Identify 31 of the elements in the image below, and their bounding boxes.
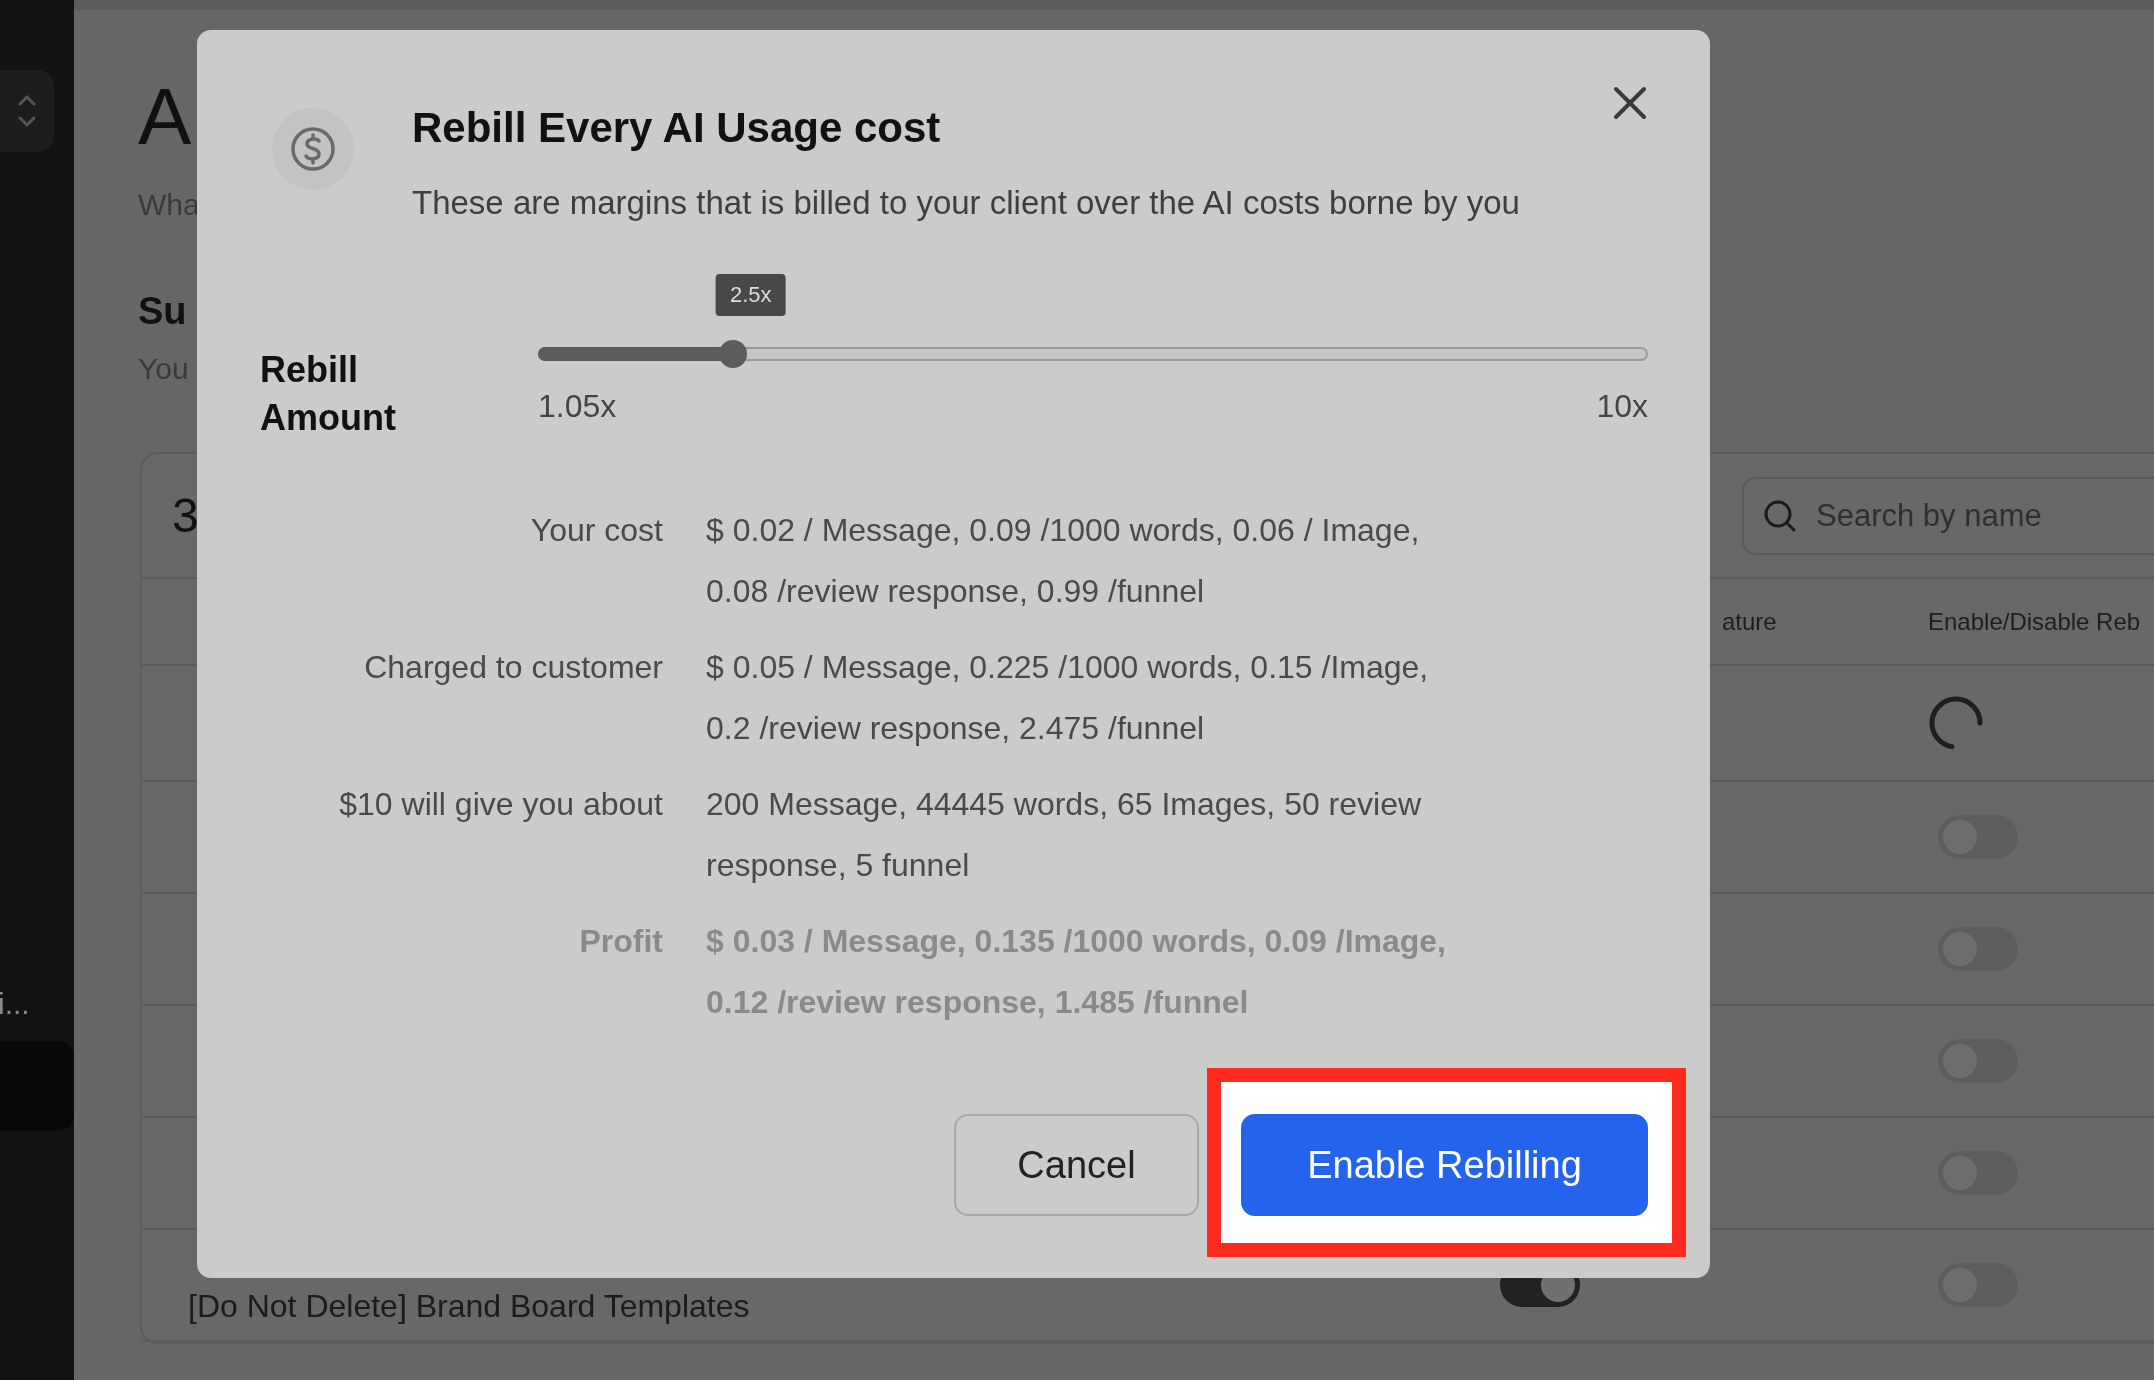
detail-label: Charged to customer (363, 648, 663, 687)
item-count: 3 (172, 488, 199, 543)
detail-label: Profit (578, 922, 663, 961)
detail-value: $ 0.02 / Message, 0.09 /1000 words, 0.06 / Image, 0.08 /review response, 0.99 /funnel (706, 511, 1421, 611)
sidebar-item[interactable]: i... (0, 987, 74, 1021)
column-header: Enable/Disable Reb (1928, 607, 2141, 636)
detail-value: $ 0.03 / Message, 0.135 /1000 words, 0.09 /Image, 0.12 /review response, 1.485 /funnel (706, 922, 1447, 1022)
dialog-description: These are margins that is billed to your client over the AI costs borne by you (412, 184, 1520, 222)
table-cell: [Do Not Delete] Brand Board Templates (188, 1288, 750, 1324)
slider-thumb[interactable] (719, 340, 748, 368)
detail-label: Your cost (529, 511, 663, 550)
section-title: Su (138, 290, 187, 333)
enable-button[interactable]: Enable Rebilling (1241, 1114, 1648, 1216)
column-header: ature (1722, 607, 1777, 635)
page-title: A (138, 72, 192, 162)
slider-label: Rebill Amount (260, 348, 397, 440)
detail-value: $ 0.05 / Message, 0.225 /1000 words, 0.15 /Image, 0.2 /review response, 2.475 /funnel (706, 648, 1430, 748)
max-label: 10x (1596, 388, 1648, 425)
min-label: 1.05x (538, 388, 617, 425)
loading-spinner-icon (1928, 695, 1984, 751)
detail-value: 200 Message, 44445 words, 65 Images, 50 review response, 5 funnel (706, 785, 1423, 885)
close-icon[interactable] (1613, 86, 1647, 120)
slider-track[interactable] (538, 340, 1648, 368)
cancel-button[interactable]: Cancel (954, 1114, 1199, 1216)
dialog-title: Rebill Every AI Usage cost (412, 104, 942, 152)
detail-label: $10 will give you about (338, 785, 663, 824)
chevron-up-down-icon (17, 93, 37, 129)
value-tooltip: 2.5x (715, 274, 786, 316)
search-field[interactable]: Search by name (1742, 476, 2154, 555)
switcher-button[interactable] (0, 70, 54, 152)
active-item[interactable] (0, 1041, 74, 1131)
